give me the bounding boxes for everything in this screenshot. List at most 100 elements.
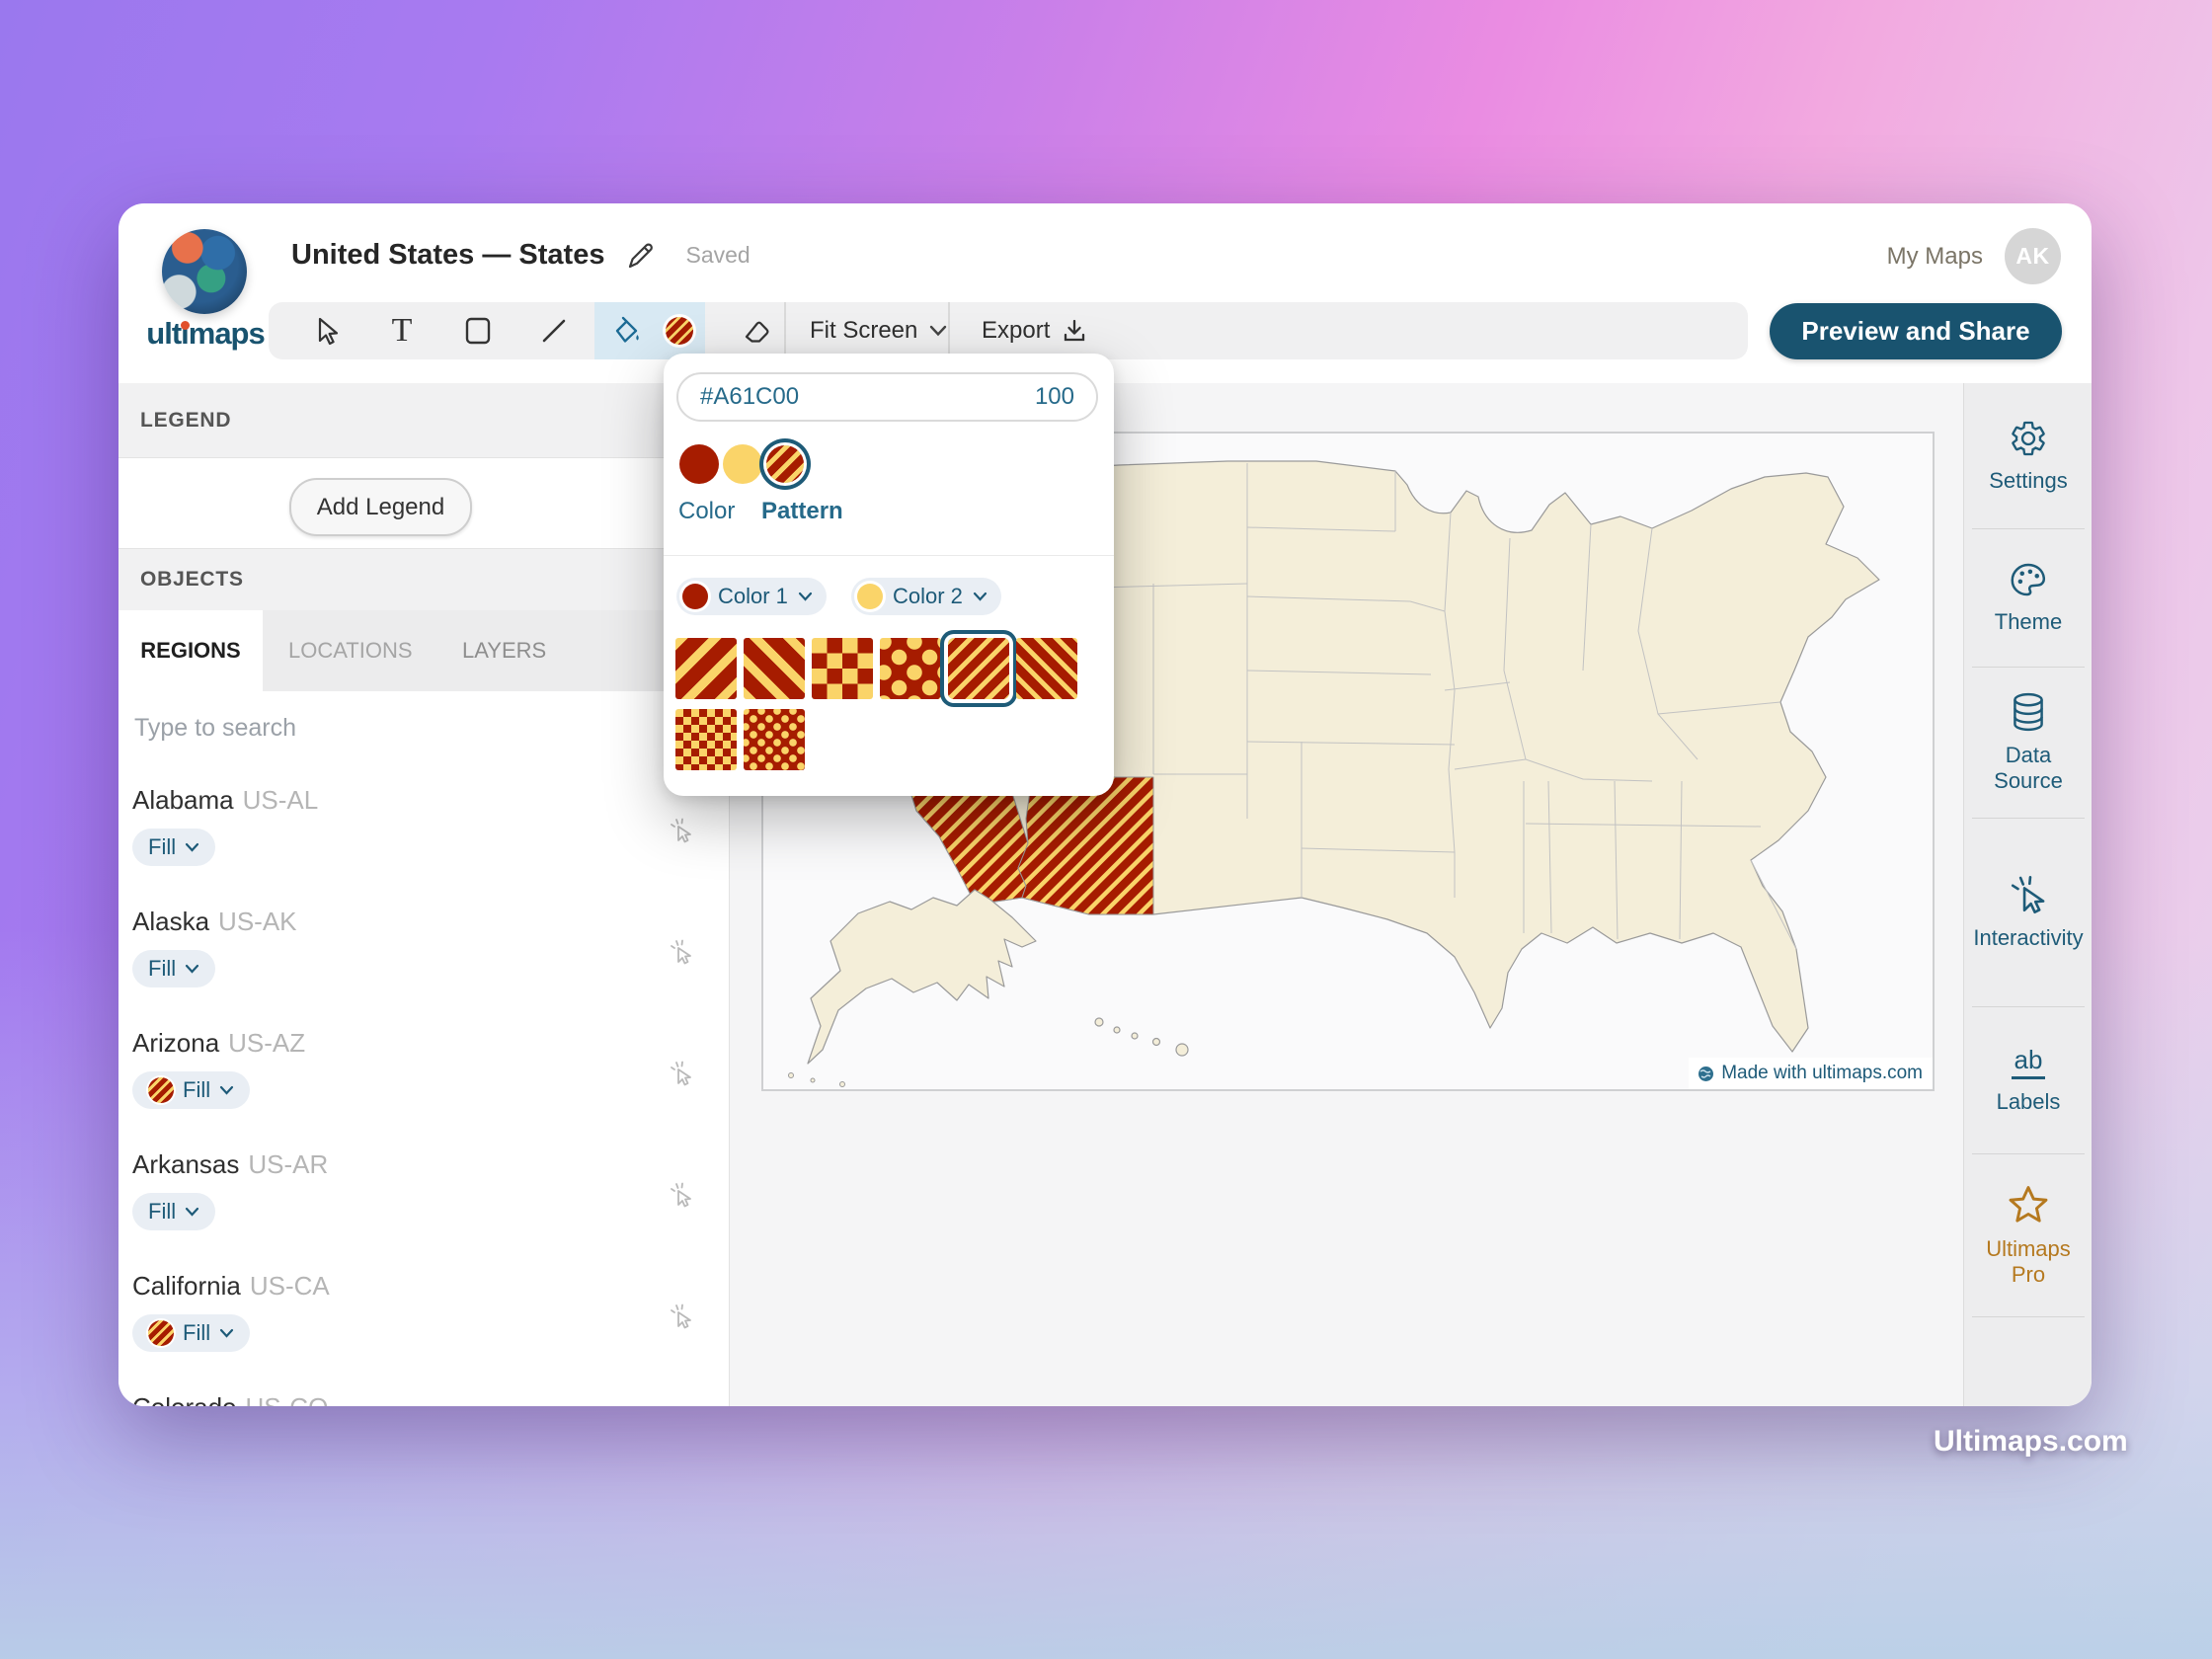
pattern-option-checker-large[interactable] <box>812 638 873 699</box>
sidebar-item-interactivity[interactable]: Interactivity <box>1964 818 2092 1006</box>
region-code: US-AZ <box>228 1028 305 1058</box>
pattern-grid-row1 <box>675 638 1077 699</box>
map-title-group: United States — States Saved <box>291 239 750 272</box>
tab-pattern[interactable]: Pattern <box>761 498 843 525</box>
ab-labels-icon: ab <box>2012 1045 2046 1079</box>
color1-dropdown[interactable]: Color 1 <box>676 578 827 615</box>
interactivity-cursor-icon[interactable] <box>668 1060 695 1087</box>
cursor-arrow-icon <box>311 316 341 346</box>
region-code: US-CA <box>250 1271 330 1301</box>
pattern-option-diagonal-thin-up-selected[interactable] <box>948 638 1009 699</box>
avatar[interactable]: AK <box>2005 228 2061 284</box>
popup-divider <box>664 555 1114 556</box>
tab-layers[interactable]: LAYERS <box>462 610 546 691</box>
pattern-option-checker-small[interactable] <box>675 709 737 770</box>
add-legend-button[interactable]: Add Legend <box>289 478 472 536</box>
tab-color[interactable]: Color <box>678 498 735 525</box>
pattern-picker-popup: #A61C00 100 Color Pattern Color 1 Color … <box>664 354 1114 796</box>
pattern-option-diagonal-wide-up[interactable] <box>675 638 737 699</box>
my-maps-link[interactable]: My Maps <box>1887 243 1983 271</box>
region-name: Alabama <box>132 785 234 815</box>
fill-dropdown[interactable]: Fill <box>132 1071 250 1109</box>
color2-swatch[interactable] <box>723 444 762 484</box>
preview-and-share-button[interactable]: Preview and Share <box>1770 303 2062 359</box>
ultimaps-logo-globe-icon[interactable] <box>162 229 247 314</box>
select-tool-button[interactable] <box>298 302 354 359</box>
shape-tool-button[interactable] <box>450 302 506 359</box>
region-row-california: California US-CA Fill <box>118 1255 729 1378</box>
region-arizona-highlighted[interactable] <box>1018 777 1153 914</box>
chevron-down-icon <box>219 1085 234 1095</box>
eraser-icon <box>742 316 771 346</box>
pattern-option-dots-small[interactable] <box>744 709 805 770</box>
pattern-option-dots-large[interactable] <box>880 638 941 699</box>
pattern-grid-row2 <box>675 709 805 770</box>
eraser-tool-button[interactable] <box>729 302 784 359</box>
region-row-alaska: Alaska US-AK Fill <box>118 891 729 1013</box>
sidebar-item-theme[interactable]: Theme <box>1964 528 2092 667</box>
fill-dropdown[interactable]: Fill <box>132 1193 215 1230</box>
color2-dot-icon <box>857 584 883 609</box>
chevron-down-icon <box>798 592 813 601</box>
fit-screen-dropdown[interactable]: Fit Screen <box>810 302 947 359</box>
objects-tabs: REGIONS LOCATIONS LAYERS <box>118 610 729 691</box>
legend-section-header: LEGEND <box>118 383 729 458</box>
pattern-option-diagonal-thin-down[interactable] <box>1016 638 1077 699</box>
logo-accent-dot <box>181 321 190 330</box>
region-code: US-CO <box>246 1392 329 1406</box>
region-row-colorado: ColoradoUS-CO <box>118 1377 729 1406</box>
sidebar-item-labels[interactable]: ab Labels <box>1964 1006 2092 1153</box>
active-pattern-swatch-icon <box>666 317 693 345</box>
desktop-background: ultimaps United States — States Saved My… <box>0 0 2212 1659</box>
region-code: US-AK <box>218 907 296 936</box>
tab-locations[interactable]: LOCATIONS <box>288 610 413 691</box>
chevron-down-icon <box>219 1328 234 1338</box>
pattern-fill-tool-button[interactable] <box>656 302 703 359</box>
region-name: Arizona <box>132 1028 219 1058</box>
interactivity-cursor-icon[interactable] <box>668 938 695 966</box>
alaska-shape <box>808 890 1036 1064</box>
hawaii-islands <box>1095 1018 1188 1056</box>
hex-value[interactable]: #A61C00 <box>700 383 799 411</box>
pattern-swatch-icon <box>148 1320 174 1346</box>
sidebar-item-ultimaps-pro[interactable]: Ultimaps Pro <box>1964 1153 2092 1316</box>
fill-dropdown[interactable]: Fill <box>132 829 215 866</box>
database-icon <box>2009 691 2048 733</box>
line-icon <box>540 317 568 345</box>
search-input[interactable] <box>132 713 571 744</box>
color2-dropdown[interactable]: Color 2 <box>851 578 1001 615</box>
sidebar-item-data-source[interactable]: Data Source <box>1964 667 2092 818</box>
cursor-click-icon <box>2008 874 2049 915</box>
aleutian-islands <box>789 1073 845 1087</box>
color1-swatch[interactable] <box>679 444 719 484</box>
fill-color-tool-button[interactable] <box>600 302 652 359</box>
chevron-down-icon <box>929 325 947 337</box>
pattern-option-diagonal-wide-down[interactable] <box>744 638 805 699</box>
objects-section-header: OBJECTS <box>118 549 729 610</box>
interactivity-cursor-icon[interactable] <box>668 1303 695 1330</box>
region-row-alabama: AlabamaUS-AL Fill <box>118 769 729 892</box>
chevron-down-icon <box>185 1207 199 1217</box>
line-tool-button[interactable] <box>526 302 582 359</box>
sidebar-item-settings[interactable]: Settings <box>1964 383 2092 528</box>
page-title: United States — States <box>291 239 604 272</box>
toolbar-divider <box>784 302 786 359</box>
text-tool-button[interactable]: T <box>374 302 430 359</box>
interactivity-cursor-icon[interactable] <box>668 817 695 844</box>
fill-dropdown[interactable]: Fill <box>132 950 215 988</box>
tab-regions[interactable]: REGIONS <box>118 610 263 691</box>
save-status: Saved <box>685 242 750 269</box>
globe-icon <box>1698 1066 1714 1082</box>
region-name: Arkansas <box>132 1149 239 1179</box>
export-button[interactable]: Export <box>982 302 1087 359</box>
edit-pencil-icon[interactable] <box>624 240 656 272</box>
pattern-swatch-selected[interactable] <box>766 445 804 483</box>
chevron-down-icon <box>973 592 988 601</box>
region-name: Alaska <box>132 907 209 936</box>
opacity-value[interactable]: 100 <box>1035 383 1074 411</box>
interactivity-cursor-icon[interactable] <box>668 1181 695 1209</box>
region-name: California <box>132 1271 241 1301</box>
fill-dropdown[interactable]: Fill <box>132 1314 250 1352</box>
color-value-field[interactable]: #A61C00 100 <box>676 372 1098 422</box>
map-attribution[interactable]: Made with ultimaps.com <box>1689 1058 1933 1089</box>
